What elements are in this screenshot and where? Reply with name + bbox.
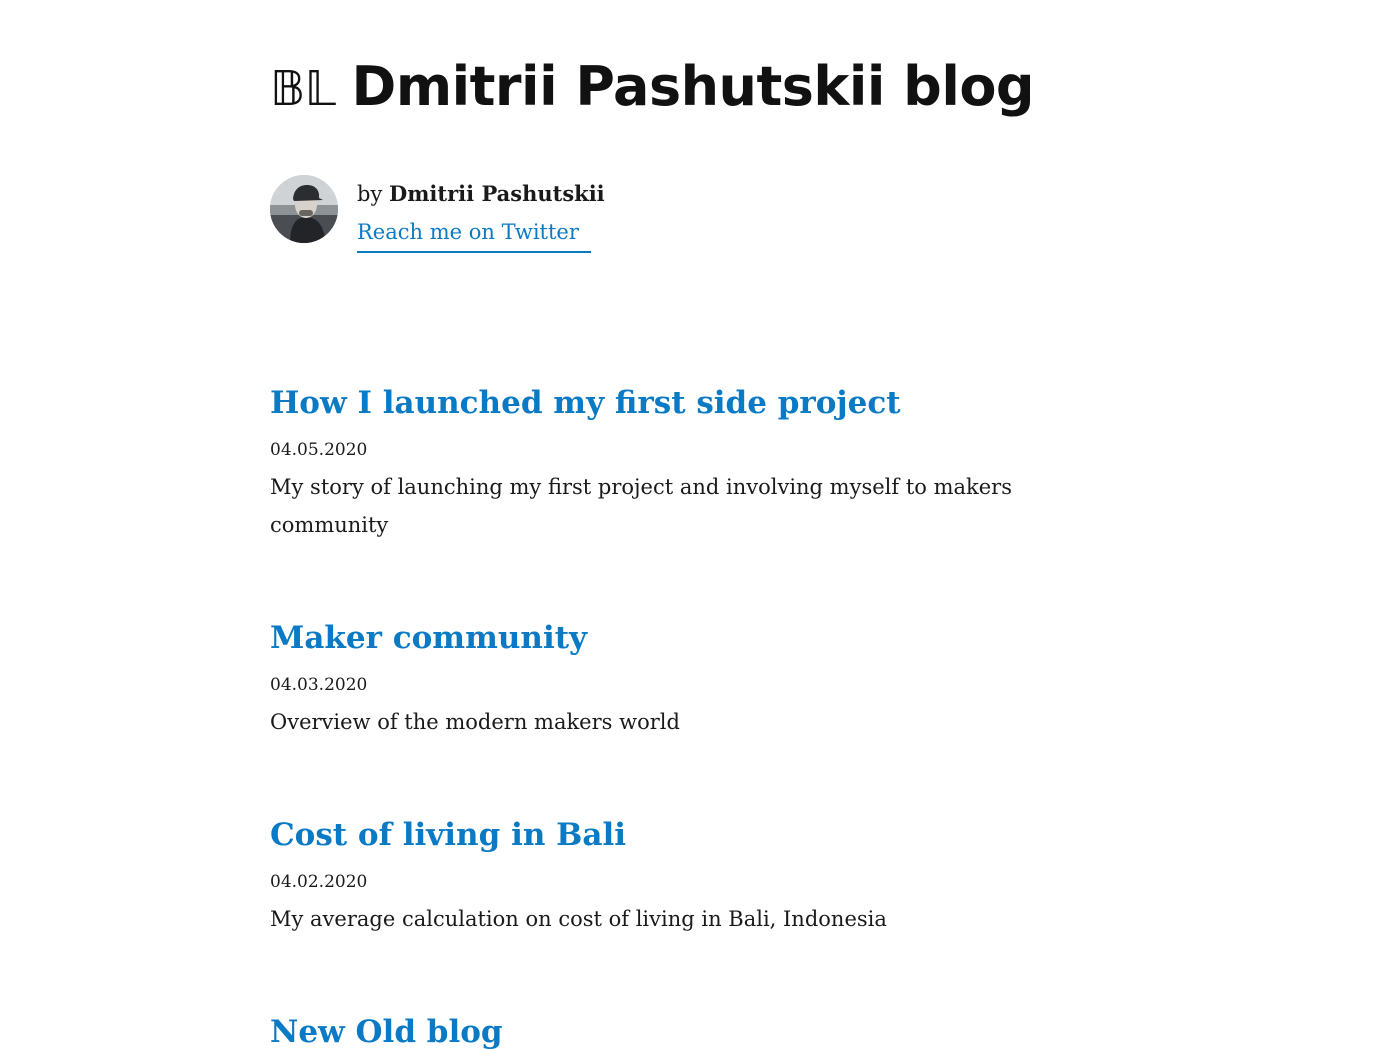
byline: by Dmitrii Pashutskii xyxy=(357,175,605,213)
author-name: Dmitrii Pashutskii xyxy=(389,181,605,206)
post-date: 04.05.2020 xyxy=(270,440,368,460)
title-prefix: 𝔹𝕃 xyxy=(270,61,336,117)
author-text: by Dmitrii Pashutskii Reach me on Twitte… xyxy=(357,175,605,253)
post-date: 04.03.2020 xyxy=(270,675,368,695)
post-item: How I launched my first side project 04.… xyxy=(270,380,1070,544)
page: 𝔹𝕃 Dmitrii Pashutskii blog by Dmitrii Pas… xyxy=(0,0,1400,1050)
post-title: New Old blog xyxy=(270,1009,1070,1050)
post-title-link[interactable]: How I launched my first side project xyxy=(270,385,901,421)
post-date: 04.02.2020 xyxy=(270,872,368,892)
post-title: Cost of living in Bali xyxy=(270,812,1070,858)
twitter-link[interactable]: Reach me on Twitter xyxy=(357,214,591,253)
post-excerpt: Overview of the modern makers world xyxy=(270,710,680,734)
site-title[interactable]: 𝔹𝕃 Dmitrii Pashutskii blog xyxy=(270,52,1035,124)
post-item: Maker community 04.03.2020 Overview of t… xyxy=(270,615,1070,741)
post-excerpt: My average calculation on cost of living… xyxy=(270,907,887,931)
post-title-link[interactable]: Maker community xyxy=(270,620,587,656)
post-excerpt: My story of launching my first project a… xyxy=(270,475,1012,537)
post-title-link[interactable]: Cost of living in Bali xyxy=(270,817,626,853)
post-title: How I launched my first side project xyxy=(270,380,1070,426)
post-title-link[interactable]: New Old blog xyxy=(270,1014,503,1050)
avatar xyxy=(270,175,338,243)
post-title: Maker community xyxy=(270,615,1070,661)
author-bio: by Dmitrii Pashutskii Reach me on Twitte… xyxy=(270,175,605,253)
site-title-text: Dmitrii Pashutskii blog xyxy=(351,55,1035,118)
post-item: New Old blog xyxy=(270,1009,1070,1050)
avatar-photo-icon xyxy=(270,175,338,243)
post-item: Cost of living in Bali 04.02.2020 My ave… xyxy=(270,812,1070,938)
by-label: by xyxy=(357,182,383,206)
